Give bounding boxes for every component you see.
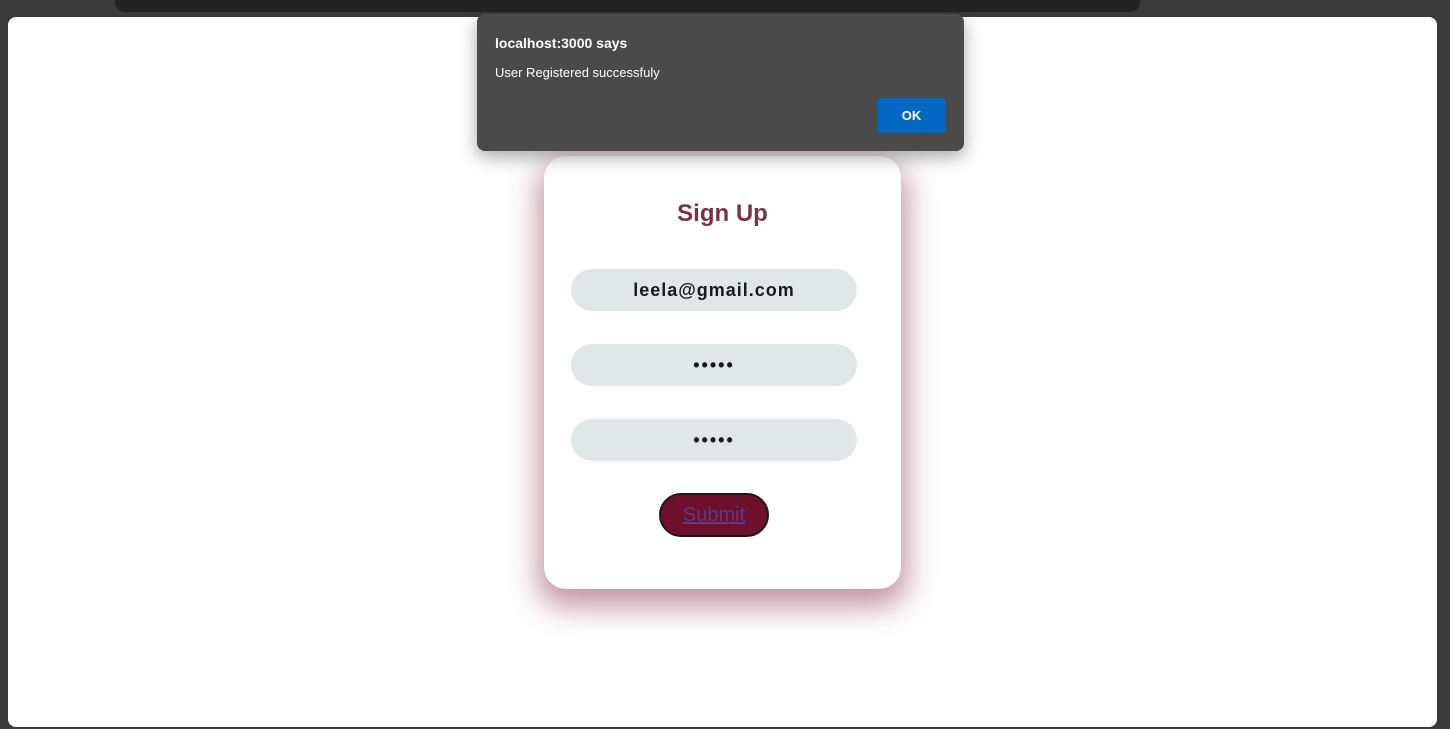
alert-title: localhost:3000 says bbox=[495, 35, 628, 51]
browser-top-bar bbox=[115, 0, 1140, 12]
ok-button[interactable]: OK bbox=[877, 98, 946, 133]
alert-message: User Registered successfuly bbox=[495, 65, 660, 80]
confirm-password-field[interactable] bbox=[571, 419, 857, 461]
password-field[interactable] bbox=[571, 344, 857, 386]
alert-dialog: localhost:3000 says User Registered succ… bbox=[477, 14, 964, 151]
email-field[interactable] bbox=[571, 269, 857, 311]
signup-card: Sign Up Submit bbox=[544, 156, 901, 589]
signup-title: Sign Up bbox=[677, 200, 768, 227]
submit-button[interactable]: Submit bbox=[659, 493, 769, 537]
